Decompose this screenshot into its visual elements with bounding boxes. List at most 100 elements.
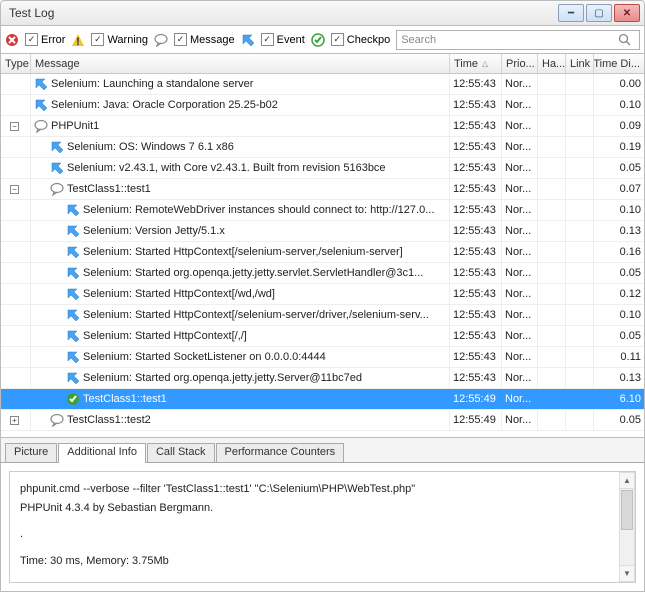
filter-checkpoint[interactable]: ✓ Checkpo: [311, 33, 390, 47]
link-cell: [566, 284, 594, 304]
priority-cell: Nor...: [502, 305, 538, 325]
col-link[interactable]: Link: [566, 54, 594, 73]
log-row[interactable]: Selenium: Version Jetty/5.1.x12:55:43Nor…: [1, 221, 644, 242]
message-checkbox[interactable]: ✓: [174, 33, 187, 46]
link-cell: [566, 137, 594, 157]
log-row[interactable]: Selenium: OS: Windows 7 6.1 x8612:55:43N…: [1, 137, 644, 158]
pointer-icon: [66, 203, 80, 217]
log-row[interactable]: Selenium: Started HttpContext[/selenium-…: [1, 242, 644, 263]
col-timediff[interactable]: Time Di...: [594, 54, 644, 73]
tree-cell: [1, 305, 31, 325]
time-cell: 12:55:43: [450, 158, 502, 178]
search-icon[interactable]: [618, 33, 632, 47]
collapse-icon[interactable]: −: [10, 122, 19, 131]
message-cell: Selenium: Launching a standalone server: [31, 74, 450, 94]
tree-cell: [1, 326, 31, 346]
filter-message[interactable]: ✓ Message: [154, 33, 235, 47]
priority-cell: Nor...: [502, 389, 538, 409]
ha-cell: [538, 284, 566, 304]
log-row[interactable]: Selenium: Started HttpContext[/,/]12:55:…: [1, 326, 644, 347]
message-cell: Selenium: v2.43.1, with Core v2.43.1. Bu…: [31, 158, 450, 178]
details-panel: phpunit.cmd --verbose --filter 'TestClas…: [0, 462, 645, 592]
scroll-up-button[interactable]: ▲: [620, 473, 634, 489]
minimize-button[interactable]: ━: [558, 4, 584, 22]
message-cell: Selenium: Started HttpContext[/selenium-…: [31, 305, 450, 325]
pointer-icon: [34, 98, 48, 112]
tab-performance-counters[interactable]: Performance Counters: [216, 443, 345, 463]
time-cell: 12:55:43: [450, 200, 502, 220]
log-row[interactable]: Selenium: RemoteWebDriver instances shou…: [1, 200, 644, 221]
timediff-cell: 6.10: [594, 389, 644, 409]
log-row[interactable]: Selenium: Started HttpContext[/wd,/wd]12…: [1, 284, 644, 305]
ha-cell: [538, 347, 566, 367]
ha-cell: [538, 368, 566, 388]
tree-cell: −: [1, 179, 31, 199]
message-cell: Selenium: Version Jetty/5.1.x: [31, 221, 450, 241]
filter-error[interactable]: ✓ Error: [5, 33, 65, 47]
col-type[interactable]: Type: [1, 54, 31, 73]
details-scrollbar[interactable]: ▲ ▼: [619, 472, 635, 582]
log-row[interactable]: Selenium: Started org.openqa.jetty.jetty…: [1, 263, 644, 284]
log-grid: Type Message Time△ Prio... Ha... Link Ti…: [0, 54, 645, 438]
search-input[interactable]: Search: [396, 30, 640, 50]
timediff-cell: 0.10: [594, 200, 644, 220]
ha-cell: [538, 221, 566, 241]
warning-checkbox[interactable]: ✓: [91, 33, 104, 46]
col-message[interactable]: Message: [31, 54, 450, 73]
checkpoint-icon: [311, 33, 325, 47]
priority-cell: Nor...: [502, 284, 538, 304]
event-label: Event: [277, 34, 305, 46]
scroll-thumb[interactable]: [621, 490, 633, 530]
col-ha[interactable]: Ha...: [538, 54, 566, 73]
ha-cell: [538, 263, 566, 283]
tree-cell: [1, 158, 31, 178]
ha-cell: [538, 95, 566, 115]
log-row[interactable]: Selenium: Started org.openqa.jetty.jetty…: [1, 368, 644, 389]
expand-icon[interactable]: +: [10, 416, 19, 425]
message-text: Selenium: Started org.openqa.jetty.jetty…: [83, 372, 362, 384]
message-cell: Selenium: Started HttpContext[/wd,/wd]: [31, 284, 450, 304]
message-cell: Selenium: Java: Oracle Corporation 25.25…: [31, 95, 450, 115]
priority-cell: Nor...: [502, 95, 538, 115]
timediff-cell: 0.05: [594, 326, 644, 346]
message-cell: TestClass1::test1: [31, 389, 450, 409]
tree-cell: [1, 389, 31, 409]
pointer-icon: [66, 224, 80, 238]
maximize-button[interactable]: ▢: [586, 4, 612, 22]
details-content: phpunit.cmd --verbose --filter 'TestClas…: [9, 471, 636, 583]
filter-event[interactable]: ✓ Event: [241, 33, 305, 47]
checkpoint-label: Checkpo: [347, 34, 390, 46]
timediff-cell: 0.11: [594, 347, 644, 367]
event-icon: [241, 33, 255, 47]
checkpoint-checkbox[interactable]: ✓: [331, 33, 344, 46]
filter-warning[interactable]: ! ✓ Warning: [71, 33, 148, 47]
log-row[interactable]: Selenium: Started HttpContext[/selenium-…: [1, 305, 644, 326]
log-row[interactable]: Selenium: Started SocketListener on 0.0.…: [1, 347, 644, 368]
tab-call-stack[interactable]: Call Stack: [147, 443, 215, 463]
log-row[interactable]: −PHPUnit112:55:43Nor...0.09: [1, 116, 644, 137]
log-row[interactable]: −TestClass1::test112:55:43Nor...0.07: [1, 179, 644, 200]
tab-additional-info[interactable]: Additional Info: [58, 443, 146, 463]
log-row[interactable]: TestClass1::test112:55:49Nor...6.10: [1, 389, 644, 410]
window-buttons: ━ ▢ ✕: [556, 4, 640, 22]
priority-cell: Nor...: [502, 200, 538, 220]
collapse-icon[interactable]: −: [10, 185, 19, 194]
log-row[interactable]: Selenium: Java: Oracle Corporation 25.25…: [1, 95, 644, 116]
log-row[interactable]: +TestClass1::test212:55:49Nor...0.05: [1, 410, 644, 431]
scroll-down-button[interactable]: ▼: [620, 565, 634, 581]
timediff-cell: 0.16: [594, 242, 644, 262]
col-time[interactable]: Time△: [450, 54, 502, 73]
log-row[interactable]: Selenium: v2.43.1, with Core v2.43.1. Bu…: [1, 158, 644, 179]
link-cell: [566, 263, 594, 283]
detail-line: PHPUnit 4.3.4 by Sebastian Bergmann.: [20, 499, 625, 518]
log-row[interactable]: Selenium: Launching a standalone server1…: [1, 74, 644, 95]
time-cell: 12:55:43: [450, 179, 502, 199]
message-icon: [154, 33, 168, 47]
close-button[interactable]: ✕: [614, 4, 640, 22]
time-cell: 12:55:43: [450, 368, 502, 388]
col-priority[interactable]: Prio...: [502, 54, 538, 73]
tab-picture[interactable]: Picture: [5, 443, 57, 463]
error-checkbox[interactable]: ✓: [25, 33, 38, 46]
message-text: Selenium: v2.43.1, with Core v2.43.1. Bu…: [67, 162, 386, 174]
event-checkbox[interactable]: ✓: [261, 33, 274, 46]
